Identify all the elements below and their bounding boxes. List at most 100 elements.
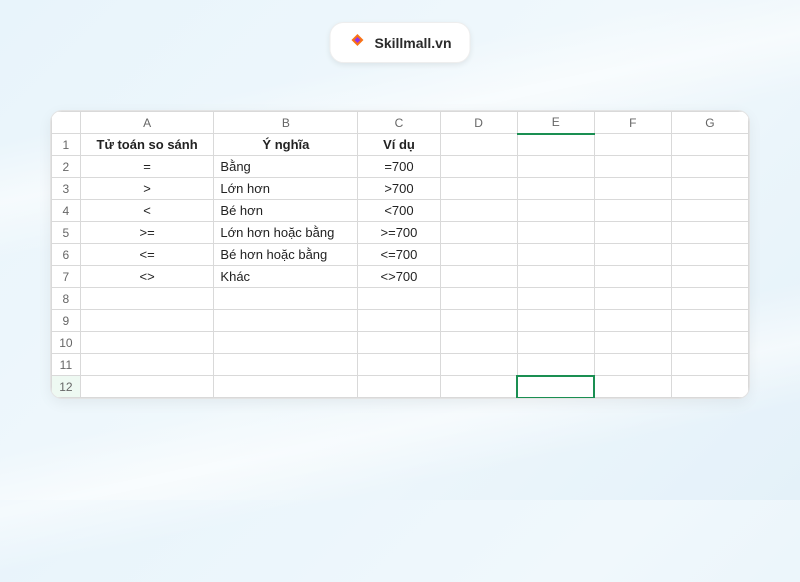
cell-A3[interactable]: > [80,178,214,200]
cell-A9[interactable] [80,310,214,332]
cell-E6[interactable] [517,244,594,266]
cell-C8[interactable] [358,288,440,310]
cell-D1[interactable] [440,134,517,156]
cell-E8[interactable] [517,288,594,310]
row-header-8[interactable]: 8 [52,288,81,310]
row-header-9[interactable]: 9 [52,310,81,332]
cell-G4[interactable] [671,200,748,222]
cell-A1[interactable]: Tử toán so sánh [80,134,214,156]
cell-A2[interactable]: = [80,156,214,178]
cell-D5[interactable] [440,222,517,244]
cell-B2[interactable]: Bằng [214,156,358,178]
row-header-2[interactable]: 2 [52,156,81,178]
cell-A5[interactable]: >= [80,222,214,244]
cell-C9[interactable] [358,310,440,332]
cell-C10[interactable] [358,332,440,354]
cell-E2[interactable] [517,156,594,178]
cell-D9[interactable] [440,310,517,332]
row-header-5[interactable]: 5 [52,222,81,244]
cell-B11[interactable] [214,354,358,376]
cell-F11[interactable] [594,354,671,376]
cell-A11[interactable] [80,354,214,376]
cell-A4[interactable]: < [80,200,214,222]
cell-G10[interactable] [671,332,748,354]
row-header-3[interactable]: 3 [52,178,81,200]
row-header-11[interactable]: 11 [52,354,81,376]
cell-F6[interactable] [594,244,671,266]
cell-B10[interactable] [214,332,358,354]
cell-G2[interactable] [671,156,748,178]
cell-G1[interactable] [671,134,748,156]
col-header-E[interactable]: E [517,112,594,134]
cell-F3[interactable] [594,178,671,200]
col-header-F[interactable]: F [594,112,671,134]
row-header-4[interactable]: 4 [52,200,81,222]
cell-G7[interactable] [671,266,748,288]
cell-D12[interactable] [440,376,517,398]
cell-E9[interactable] [517,310,594,332]
cell-D10[interactable] [440,332,517,354]
cell-D6[interactable] [440,244,517,266]
cell-D8[interactable] [440,288,517,310]
cell-B4[interactable]: Bé hơn [214,200,358,222]
row-header-7[interactable]: 7 [52,266,81,288]
cell-F7[interactable] [594,266,671,288]
col-header-G[interactable]: G [671,112,748,134]
cell-F9[interactable] [594,310,671,332]
cell-C5[interactable]: >=700 [358,222,440,244]
cell-D4[interactable] [440,200,517,222]
cell-B7[interactable]: Khác [214,266,358,288]
cell-F2[interactable] [594,156,671,178]
cell-E7[interactable] [517,266,594,288]
cell-B5[interactable]: Lớn hơn hoặc bằng [214,222,358,244]
col-header-A[interactable]: A [80,112,214,134]
cell-F5[interactable] [594,222,671,244]
cell-F4[interactable] [594,200,671,222]
cell-G12[interactable] [671,376,748,398]
cell-B9[interactable] [214,310,358,332]
cell-E3[interactable] [517,178,594,200]
cell-G11[interactable] [671,354,748,376]
cell-F12[interactable] [594,376,671,398]
cell-C4[interactable]: <700 [358,200,440,222]
cell-C7[interactable]: <>700 [358,266,440,288]
cell-D2[interactable] [440,156,517,178]
cell-E12[interactable] [517,376,594,398]
cell-E4[interactable] [517,200,594,222]
cell-B1[interactable]: Ý nghĩa [214,134,358,156]
cell-F1[interactable] [594,134,671,156]
cell-B8[interactable] [214,288,358,310]
cell-E10[interactable] [517,332,594,354]
cell-E11[interactable] [517,354,594,376]
cell-G3[interactable] [671,178,748,200]
cell-F10[interactable] [594,332,671,354]
cell-A6[interactable]: <= [80,244,214,266]
cell-D7[interactable] [440,266,517,288]
row-header-10[interactable]: 10 [52,332,81,354]
cell-C12[interactable] [358,376,440,398]
col-header-D[interactable]: D [440,112,517,134]
cell-C2[interactable]: =700 [358,156,440,178]
cell-G5[interactable] [671,222,748,244]
select-all-corner[interactable] [52,112,81,134]
cell-C1[interactable]: Ví dụ [358,134,440,156]
cell-B3[interactable]: Lớn hơn [214,178,358,200]
cell-D3[interactable] [440,178,517,200]
cell-A7[interactable]: <> [80,266,214,288]
cell-A8[interactable] [80,288,214,310]
row-header-6[interactable]: 6 [52,244,81,266]
cell-G9[interactable] [671,310,748,332]
cell-A10[interactable] [80,332,214,354]
cell-G6[interactable] [671,244,748,266]
cell-C6[interactable]: <=700 [358,244,440,266]
cell-A12[interactable] [80,376,214,398]
cell-E5[interactable] [517,222,594,244]
cell-C3[interactable]: >700 [358,178,440,200]
cell-G8[interactable] [671,288,748,310]
cell-D11[interactable] [440,354,517,376]
row-header-12[interactable]: 12 [52,376,81,398]
row-header-1[interactable]: 1 [52,134,81,156]
cell-E1[interactable] [517,134,594,156]
col-header-B[interactable]: B [214,112,358,134]
cell-B6[interactable]: Bé hơn hoặc bằng [214,244,358,266]
